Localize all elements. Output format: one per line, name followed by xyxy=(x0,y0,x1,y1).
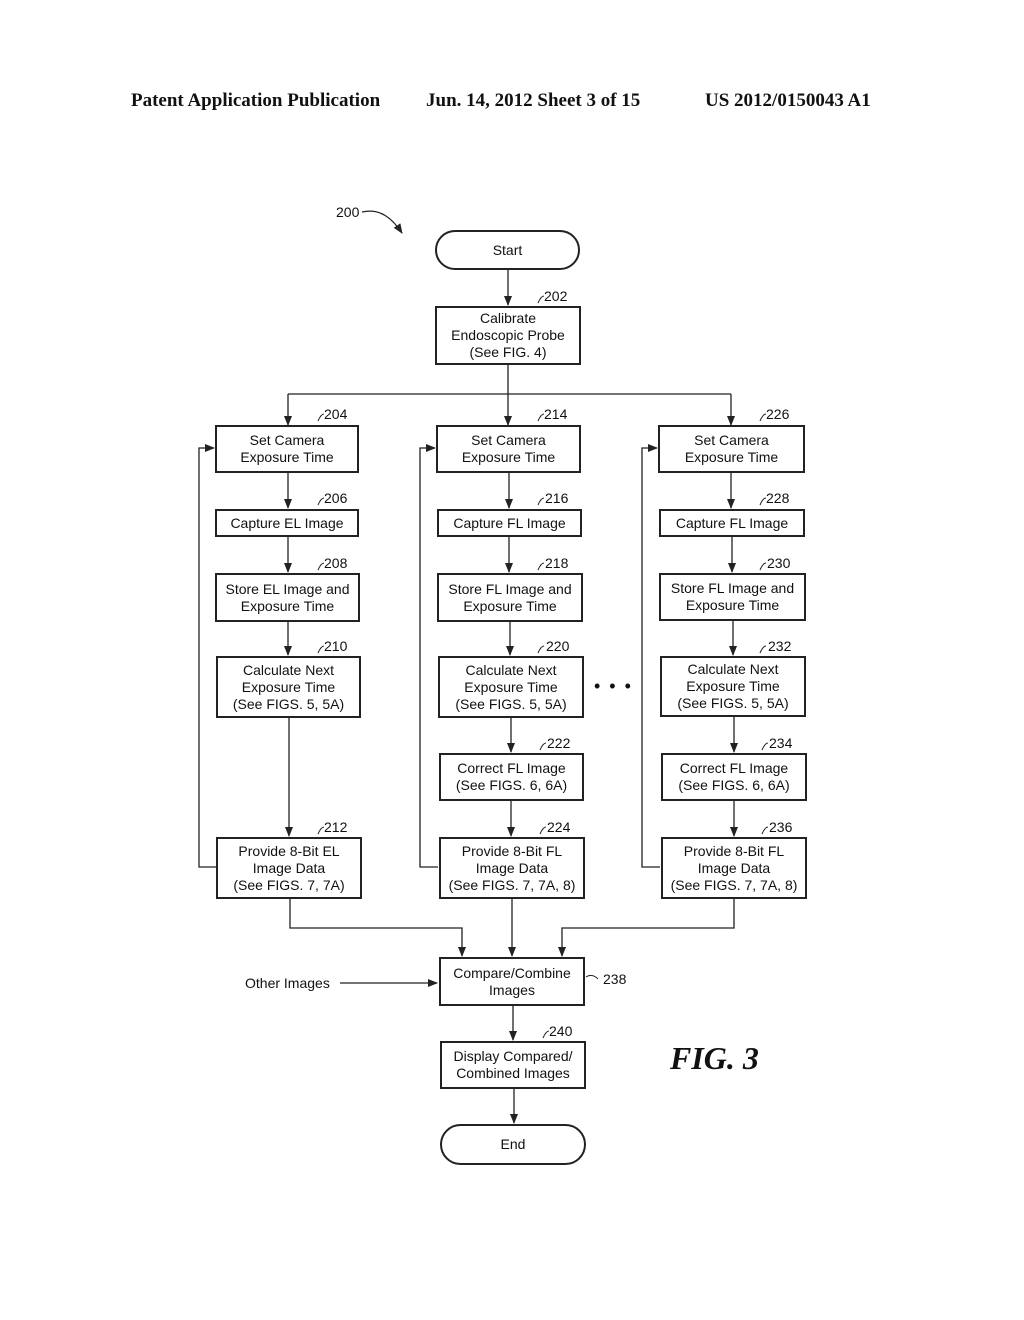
step-display-images: Display Compared/ Combined Images xyxy=(440,1041,586,1089)
ref-218: 218 xyxy=(545,555,569,571)
step-provide-8bit-fl-2: Provide 8-Bit FL Image Data (See FIGS. 7… xyxy=(661,837,807,899)
step-calc-exposure-fl-2: Calculate Next Exposure Time (See FIGS. … xyxy=(660,656,806,717)
ref-208: 208 xyxy=(324,555,348,571)
end-terminal: End xyxy=(440,1124,586,1165)
ref-210: 210 xyxy=(324,638,348,654)
ref-202: 202 xyxy=(544,288,568,304)
other-images-label: Other Images xyxy=(245,975,330,991)
step-set-exposure-el: Set Camera Exposure Time xyxy=(215,425,359,473)
ref-204: 204 xyxy=(324,406,348,422)
step-calibrate-probe: Calibrate Endoscopic Probe (See FIG. 4) xyxy=(435,306,581,365)
figure-label: FIG. 3 xyxy=(670,1040,759,1076)
step-correct-fl-image-1: Correct FL Image (See FIGS. 6, 6A) xyxy=(439,753,584,801)
ref-232: 232 xyxy=(768,638,792,654)
step-compare-combine: Compare/Combine Images xyxy=(439,957,585,1006)
ref-234: 234 xyxy=(769,735,793,751)
figure-ref-number: 200 xyxy=(336,204,360,220)
ref-238: 238 xyxy=(603,971,627,987)
start-terminal: Start xyxy=(435,230,580,270)
figure-ref-leader xyxy=(361,210,403,234)
ref-224: 224 xyxy=(547,819,571,835)
ref-216: 216 xyxy=(545,490,569,506)
loop-212-204 xyxy=(198,444,216,868)
ellipsis-more-branches: • • • xyxy=(594,676,633,696)
loop-224-214 xyxy=(419,444,438,868)
ref-214: 214 xyxy=(544,406,568,422)
step-capture-fl-image-2: Capture FL Image xyxy=(659,509,805,537)
ref-226: 226 xyxy=(766,406,790,422)
step-store-fl-image-1: Store FL Image and Exposure Time xyxy=(437,573,583,622)
step-calc-exposure-el: Calculate Next Exposure Time (See FIGS. … xyxy=(216,656,361,718)
ref-220: 220 xyxy=(546,638,570,654)
ref-240: 240 xyxy=(549,1023,573,1039)
merge-236-238 xyxy=(558,899,735,957)
step-store-el-image: Store EL Image and Exposure Time xyxy=(215,573,360,622)
step-capture-fl-image-1: Capture FL Image xyxy=(437,509,582,537)
ref-212: 212 xyxy=(324,819,348,835)
step-calc-exposure-fl-1: Calculate Next Exposure Time (See FIGS. … xyxy=(438,656,584,718)
step-provide-8bit-fl-1: Provide 8-Bit FL Image Data (See FIGS. 7… xyxy=(439,837,585,899)
step-set-exposure-fl-1: Set Camera Exposure Time xyxy=(436,425,581,473)
step-set-exposure-fl-2: Set Camera Exposure Time xyxy=(658,425,805,473)
ref-222: 222 xyxy=(547,735,571,751)
step-store-fl-image-2: Store FL Image and Exposure Time xyxy=(659,573,806,621)
ref-236: 236 xyxy=(769,819,793,835)
merge-212-238 xyxy=(289,899,466,957)
branch-split xyxy=(288,365,731,395)
ref-228: 228 xyxy=(766,490,790,506)
step-capture-el-image: Capture EL Image xyxy=(215,509,359,537)
loop-236-226 xyxy=(641,444,660,868)
step-provide-8bit-el: Provide 8-Bit EL Image Data (See FIGS. 7… xyxy=(216,837,362,899)
ref-230: 230 xyxy=(767,555,791,571)
step-correct-fl-image-2: Correct FL Image (See FIGS. 6, 6A) xyxy=(661,753,807,801)
ref-206: 206 xyxy=(324,490,348,506)
